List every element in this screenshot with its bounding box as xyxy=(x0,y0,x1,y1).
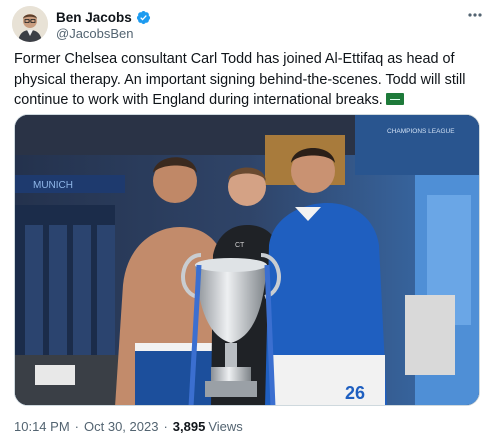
meta-separator: · xyxy=(74,419,79,434)
author-display-name[interactable]: Ben Jacobs xyxy=(56,10,132,25)
verified-badge-icon xyxy=(136,10,150,24)
tweet-photo[interactable]: MUNICH CHAMPIONS LEAGUE CT 26 xyxy=(14,114,480,406)
views-label: Views xyxy=(208,419,243,434)
tweet-card: Ben Jacobs @JacobsBen Former Chelsea con… xyxy=(0,0,500,440)
name-row: Ben Jacobs xyxy=(56,9,151,25)
views-count: 3,895 xyxy=(172,419,206,434)
champions-league-sign: CHAMPIONS LEAGUE xyxy=(387,128,455,135)
tweet-header: Ben Jacobs @JacobsBen xyxy=(10,4,490,44)
saudi-arabia-flag-icon xyxy=(385,93,404,105)
tweet-text: Former Chelsea consultant Carl Todd has … xyxy=(14,49,484,111)
munich-banner: MUNICH xyxy=(33,180,73,191)
tweet-date[interactable]: Oct 30, 2023 xyxy=(84,419,158,434)
tweet-meta: 10:14 PM · Oct 30, 2023 · 3,895 Views xyxy=(14,419,243,434)
more-horizontal-icon[interactable] xyxy=(464,6,486,24)
author-avatar[interactable] xyxy=(12,6,48,42)
photo-celebration-with-trophy: MUNICH CHAMPIONS LEAGUE CT 26 xyxy=(15,115,479,405)
tweet-time[interactable]: 10:14 PM xyxy=(14,419,70,434)
shirt-number: 26 xyxy=(345,383,365,403)
author-handle[interactable]: @JacobsBen xyxy=(56,26,134,41)
ct-initials: CT xyxy=(235,242,245,249)
meta-separator-2: · xyxy=(163,419,168,434)
